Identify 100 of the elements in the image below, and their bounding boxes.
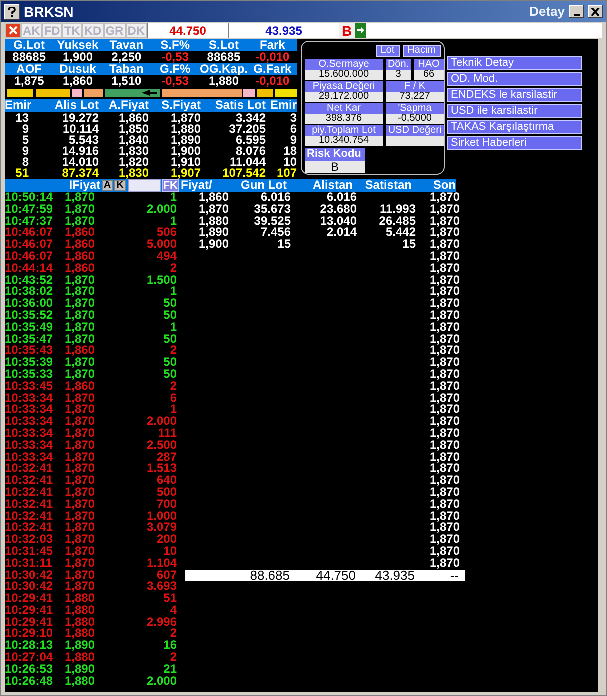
table-cell-text: 19.272 — [61, 113, 99, 124]
stat-value: 1,880 — [208, 75, 239, 87]
field-label: HAO — [414, 59, 444, 70]
trade-lot: 4 — [169, 604, 177, 617]
table-cell-text: 1,860 — [198, 192, 229, 204]
trade-lot: 640 — [156, 475, 177, 487]
table-cell-text: 1,870 — [428, 204, 460, 216]
trade-time: 10:30:42 — [5, 581, 54, 594]
trade-time: 10:27:04 — [5, 652, 54, 664]
field-value: -0,5000 — [386, 114, 444, 124]
table-cell-text: 1,820 — [118, 157, 149, 168]
field-value: 73,227 — [386, 92, 444, 102]
table-cell-text: 9 — [22, 124, 29, 135]
table-cell-text: 35.673 — [253, 204, 291, 216]
table-cell-text: 1,870 — [428, 286, 460, 298]
trade-time: 10:33:34 — [5, 392, 54, 404]
filter-field[interactable] — [128, 179, 162, 192]
table-cell-text: 6.016 — [260, 192, 291, 204]
filter-button[interactable]: K — [114, 180, 126, 191]
trade-price: 1,870 — [65, 357, 96, 369]
trade-time: 10:35:49 — [5, 322, 54, 334]
trade-lot: 16 — [162, 640, 177, 652]
filter-button[interactable]: A — [102, 180, 114, 191]
link-button[interactable]: OD. Mod. — [447, 72, 582, 86]
stat-label: S.F% — [160, 39, 191, 51]
column-header: S.Fiyat — [160, 99, 201, 112]
trade-time: 10:29:10 — [5, 628, 54, 640]
trade-lot: 3.079 — [146, 522, 177, 534]
table-cell-text: 14.010 — [61, 157, 99, 168]
stat-label: Taban — [108, 63, 145, 75]
table-cell-text: 1,870 — [428, 475, 460, 487]
table-cell-text: 1,870 — [428, 192, 460, 204]
trade-time: 10:50:14 — [5, 192, 54, 204]
trade-price: 1,870 — [65, 498, 96, 511]
table-cell-text: 5.543 — [68, 135, 99, 146]
link-button[interactable]: Teknik Detay — [447, 56, 582, 70]
trade-price: 1,880 — [65, 616, 96, 628]
close-icon[interactable] — [5, 23, 21, 38]
table-cell-text: 1,900 — [198, 239, 229, 251]
trade-price: 1,870 — [65, 286, 96, 298]
trade-time: 10:30:42 — [5, 570, 54, 582]
table-cell-text: 6 — [289, 124, 297, 135]
table-cell-text: 1,870 — [428, 486, 460, 499]
trade-lot: 5.000 — [146, 239, 177, 251]
column-header: Alistan — [312, 179, 353, 192]
trade-price: 1,870 — [65, 463, 96, 476]
table-cell-text: 1,870 — [428, 239, 460, 251]
trade-price: 1,870 — [65, 204, 96, 216]
help-icon[interactable] — [4, 4, 20, 20]
toggle-button[interactable]: Hacim — [402, 45, 441, 57]
field-label: Ö.Sermaye — [305, 59, 383, 70]
field-value: 398.376 — [305, 114, 383, 124]
table-cell-text: 1,860 — [118, 113, 149, 124]
total-cell-text: 51 — [14, 168, 29, 179]
link-button[interactable]: TAKAS Karşılaştırma — [447, 120, 582, 134]
toggle-button[interactable]: Lot — [376, 45, 400, 57]
total-cell-text: 107 — [276, 168, 297, 179]
trade-lot: 1.104 — [146, 558, 177, 570]
total-cell-text: 107.542 — [222, 168, 266, 179]
table-cell-text: 1,870 — [428, 534, 460, 546]
trade-lot: 2 — [170, 628, 177, 640]
table-cell-text: 14.916 — [61, 146, 99, 157]
trade-price: 1,870 — [65, 416, 96, 428]
trade-lot: 2.500 — [146, 440, 177, 452]
trade-lot: 50 — [162, 357, 177, 369]
table-cell-text: 7.456 — [260, 227, 291, 240]
stat-label: AOF — [16, 63, 43, 75]
field-label: Dön. — [386, 59, 411, 70]
table-cell-text: 6.595 — [236, 135, 266, 146]
link-button[interactable]: Sirket Haberleri — [447, 136, 582, 150]
stat-value: 88685 — [206, 51, 242, 63]
trade-time: 10:47:37 — [5, 216, 54, 228]
link-button[interactable]: ENDEKS le karsilastir — [447, 88, 582, 102]
table-cell-text: 1,880 — [170, 124, 201, 135]
column-header: Emir — [269, 99, 297, 112]
trade-lot: 2 — [170, 345, 177, 358]
field-label: F / K — [386, 81, 444, 92]
table-cell-text: 1,870 — [428, 380, 460, 393]
table-cell-text: 2.014 — [326, 227, 357, 240]
table-cell-text: 1,870 — [428, 416, 460, 428]
minimize-button[interactable] — [569, 5, 584, 18]
stat-label: G.Fark — [252, 63, 293, 75]
trade-time: 10:46:07 — [5, 227, 54, 240]
table-cell-text: 1,870 — [428, 452, 460, 464]
table-cell-text: 1,870 — [428, 368, 460, 381]
trade-time: 10:35:47 — [5, 334, 54, 346]
table-cell-text: 26.485 — [378, 216, 416, 228]
window-title: BRKSN — [24, 4, 74, 20]
stat-value: -0,010 — [254, 75, 291, 87]
trade-lot: 2.000 — [146, 204, 177, 216]
window-subtitle: Detay — [530, 4, 565, 19]
table-cell-text: 3.342 — [236, 113, 266, 124]
trade-time: 10:46:07 — [5, 239, 54, 251]
close-button[interactable] — [588, 5, 603, 18]
table-cell-text: 18 — [282, 146, 297, 157]
stat-label: G.Lot — [12, 39, 46, 51]
trade-time: 10:26:48 — [5, 676, 54, 688]
trade-price: 1,870 — [65, 274, 96, 286]
filter-button[interactable]: FK — [162, 179, 179, 192]
link-button[interactable]: USD ile karsilastir — [447, 104, 582, 118]
